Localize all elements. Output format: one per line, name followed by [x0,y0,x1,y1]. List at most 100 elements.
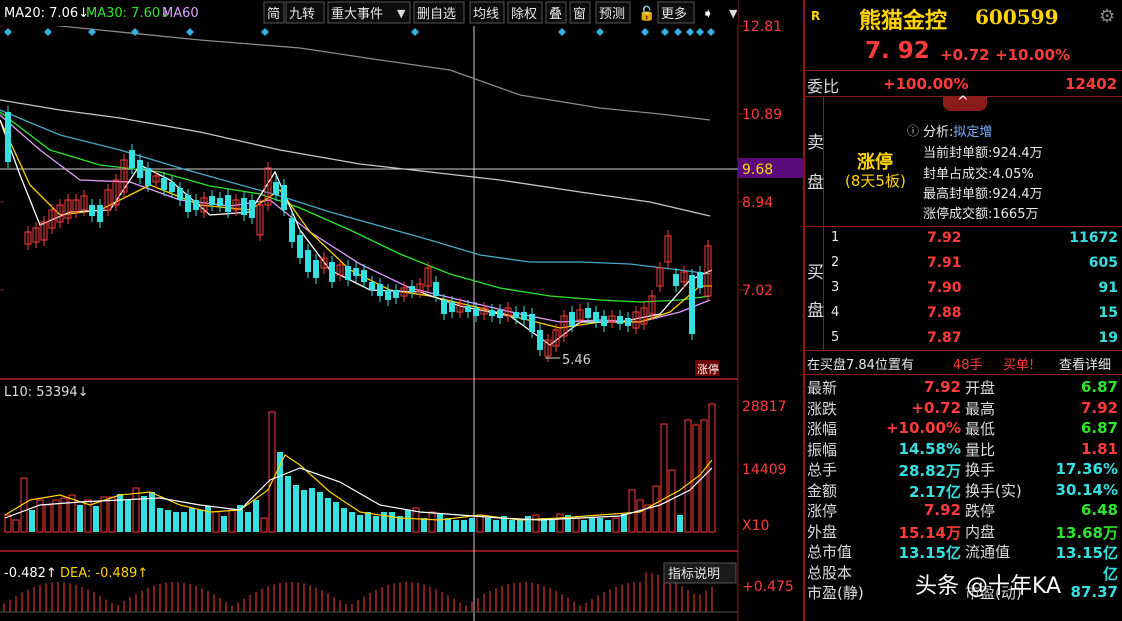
buy-order-row[interactable]: 2 7.91 605 [827,252,1122,274]
stat-value: 15.14万 [898,523,961,542]
volume-bar [44,504,52,533]
volume-bar [141,496,147,532]
toolbar-button-4[interactable]: 均线 [469,1,505,24]
nav-arrow-icon[interactable]: ➧ [702,6,714,22]
stat-label: 最低 [965,420,996,438]
ma30-label: MA30: 7.60↓ [86,6,171,21]
price-tick-2: 10.89 [742,107,782,123]
candle-body [161,178,167,190]
dropdown-arrow-icon[interactable]: ▼ [397,7,406,20]
candle-body [441,300,447,314]
collapse-button[interactable]: ^ [943,94,987,111]
event-diamond-icon[interactable] [674,28,682,36]
volume-bar [405,510,411,532]
candle-body [537,330,543,350]
volume-bar [349,512,355,532]
buy-order-row[interactable]: 4 7.88 15 [827,302,1122,324]
event-diamond-icon[interactable] [596,28,604,36]
volume-bar [52,499,60,533]
candle-body [137,160,143,178]
toolbar-button-5[interactable]: 除权 [507,1,543,24]
view-detail-link[interactable]: 查看详细 [1059,354,1111,373]
price-tick-4: 7.02 [742,283,773,299]
event-diamond-icon[interactable] [661,28,669,36]
price-change-pct: +10.00% [995,46,1071,64]
candle-body [513,312,519,318]
stat-value: +10.00% [885,419,961,437]
event-diamond-icon[interactable] [707,28,715,36]
candle-body [409,286,415,292]
candle-body [249,200,255,218]
volume-bar [461,520,467,532]
volume-bar [212,511,220,533]
candle-body [329,262,335,282]
sell-label-1: 卖 [807,133,824,153]
ma-long-line [0,19,711,121]
macd-dif-label: -0.482↑ [4,566,57,581]
kline-chart[interactable]: MA20: 7.06↓ MA30: 7.60↓ MA60 简九转 重大事件 删自选 均… [0,0,805,621]
toolbar-button-7[interactable]: 窗 [569,1,591,24]
event-diamond-icon[interactable] [696,28,704,36]
volume-bar [445,518,451,532]
candle-body [193,200,199,210]
volume-bar [677,515,683,532]
volume-bar [245,512,251,532]
stat-label: 总手 [807,461,838,479]
volume-bar [293,485,299,532]
stat-value: 7.92 [923,378,961,396]
event-diamond-icon[interactable] [131,28,139,36]
event-diamond-icon[interactable] [558,28,566,36]
candle-body [185,195,191,212]
candle-body [689,275,695,334]
event-diamond-icon[interactable] [4,28,12,36]
watermark: 头条 @十年KA [915,574,1062,599]
stat-value: 14.58% [898,439,961,458]
toolbar-button-1[interactable]: 九转 [285,1,325,24]
stat-value: 13.15亿 [1055,544,1118,562]
volume-ma5-line [4,454,713,521]
event-diamond-icon[interactable] [686,28,694,36]
indicator-help-label: 指标说明 [668,567,720,582]
volume-bar [29,510,35,532]
candle-body [297,235,303,258]
buy-order-row[interactable]: 3 7.90 91 [827,277,1122,299]
ma60-line [0,109,711,275]
volume-bar [660,423,668,533]
candle-body [313,260,319,278]
toolbar-button-8[interactable]: 预测 [595,1,631,24]
settings-gear-icon[interactable]: ⚙ [1099,6,1115,27]
event-diamond-icon[interactable] [44,28,52,36]
volume-bar [253,500,259,532]
lock-icon[interactable]: 🔓 [638,5,655,22]
volume-bar [205,506,211,532]
ma120-line [0,99,711,217]
dropdown-arrow-icon[interactable]: ▼ [729,7,738,20]
toolbar-button-6[interactable]: 叠 [545,1,567,24]
stat-value: 87.37 [1070,583,1118,601]
cursor-price-value: 9.68 [742,162,773,178]
event-diamond-icon[interactable] [186,28,194,36]
candle-body [377,284,383,296]
volume-bar [325,498,331,532]
event-diamond-icon[interactable] [641,28,649,36]
sell-label-2: 盘 [807,173,824,193]
candle-body [489,310,495,316]
buy-order-row[interactable]: 5 7.87 19 [827,327,1122,349]
event-diamond-icon[interactable] [261,28,269,36]
volume-bar [197,510,203,532]
stat-value: 17.36% [1055,460,1118,478]
stat-value: +0.72 [911,398,961,417]
volume-bar [285,476,291,532]
volume-tick-3: X10 [742,518,769,534]
toolbar-button-9[interactable]: 更多 [657,1,695,24]
volume-bar [389,512,395,532]
stat-value: 7.92 [1080,398,1118,417]
event-markers[interactable] [4,28,715,36]
toolbar-button-3[interactable]: 删自选 [413,1,465,24]
toolbar-button-0[interactable]: 简 [263,1,285,24]
event-diamond-icon[interactable] [411,28,419,36]
low-price-marker: 5.46 [562,353,591,368]
stat-label: 涨跌 [807,399,838,418]
candle-body [593,312,599,322]
buy-order-row[interactable]: 1 7.92 11672 [827,227,1122,249]
